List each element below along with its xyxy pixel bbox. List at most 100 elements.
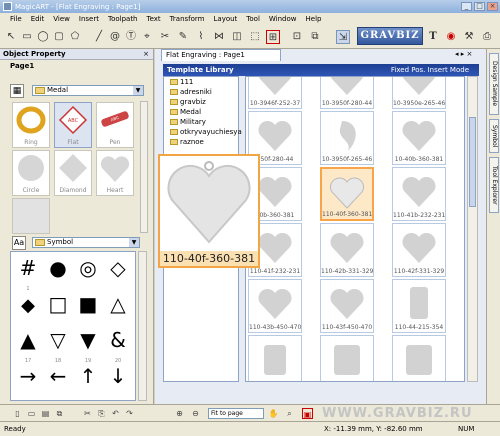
text-tool-icon[interactable]: T [426,30,440,44]
zoom-out-icon[interactable]: ⊖ [190,408,201,419]
tiles-scrollbar[interactable] [140,101,148,233]
symbol-filled-down-triangle[interactable]: ▼ 19 [75,328,101,364]
tab-symbol[interactable]: Symbol [489,119,499,153]
transform-tool-icon[interactable]: ⇲ [336,30,350,44]
template-cell[interactable]: 10-3946f-252-37 [248,77,302,109]
symbol-arrow-down[interactable]: ↓ [105,364,131,392]
tile-square[interactable] [12,198,50,234]
symbol-filled-circle[interactable]: ● [45,256,71,284]
tree-item[interactable]: otkryvayuchiesya [164,127,242,137]
view-frame-icon[interactable]: ▣ [302,408,313,419]
template-cell[interactable]: 110-43f-450-470 [320,279,374,333]
mirror-tool-icon[interactable]: ⧉ [308,30,322,44]
symbol-filled-diamond[interactable]: ◆ [15,292,41,320]
panel-close-icon[interactable]: × [143,49,153,59]
menu-insert[interactable]: Insert [79,15,99,23]
symbol-filled-square[interactable]: ■ [75,292,101,320]
weld-tool-icon[interactable]: ⋈ [212,30,226,44]
minimize-button[interactable]: _ [461,2,472,11]
menu-window[interactable]: Window [269,15,297,23]
maximize-button[interactable]: □ [474,2,485,11]
tile-flat[interactable]: ABC Flat [54,102,92,148]
symbol-square-outline[interactable]: □ [45,292,71,320]
tree-item[interactable]: 111 [164,77,238,87]
scrollbar-thumb[interactable] [469,117,476,207]
symbol-ampersand[interactable]: & 20 [105,328,131,364]
engrave-tool-icon[interactable]: ⚒ [462,30,476,44]
template-cell[interactable]: 110-43b-450-470 [248,279,302,333]
tile-circle[interactable]: Circle [12,150,50,196]
rounded-rect-icon[interactable]: ▢ [52,30,66,44]
chevron-down-icon[interactable]: ▼ [129,238,139,247]
template-cell[interactable] [248,335,302,381]
paste-icon[interactable]: ⎘ [96,408,107,419]
new-file-icon[interactable]: ▯ [12,408,23,419]
menu-edit[interactable]: Edit [31,15,45,23]
symbols-scrollbar[interactable] [138,251,147,401]
insert-mode-label[interactable]: Fixed Pos. Insert Mode [391,64,469,76]
category-grid-icon[interactable]: ▦ [10,84,24,98]
chevron-down-icon[interactable]: ▼ [133,86,143,95]
menu-file[interactable]: File [10,15,22,23]
node-edit-icon[interactable]: ⌖ [140,30,154,44]
template-cell[interactable]: 10-3950f-280-44 [320,77,374,109]
category-select[interactable]: Medal ▼ [32,85,144,96]
symbol-hash[interactable]: #1 [15,256,41,292]
tile-heart[interactable]: Heart [96,150,134,196]
symbol-font-icon[interactable]: Aa [12,236,26,250]
grid-scrollbar[interactable] [467,76,478,382]
template-cell[interactable]: 110-44-215-354 [392,279,446,333]
tree-item[interactable]: raznoe [164,137,238,147]
save-icon[interactable]: ▤ [40,408,51,419]
print-tool-icon[interactable]: ⎙ [480,30,494,44]
tile-pen[interactable]: ABC Pen [96,102,134,148]
symbol-diamond-outline[interactable]: ◇ [105,256,131,284]
template-cell[interactable]: 110-41b-232-231 [392,167,446,221]
blade-tool-icon[interactable]: ⌇ [194,30,208,44]
symbol-arrow-left[interactable]: ← [45,364,71,392]
menu-layout[interactable]: Layout [214,15,238,23]
ellipse-tool-icon[interactable]: ◯ [36,30,50,44]
contour-tool-icon[interactable]: ◫ [230,30,244,44]
template-cell[interactable]: 10-40b-360-381 [392,111,446,165]
template-cell-selected[interactable]: 110-40f-360-381 [320,167,374,221]
polygon-tool-icon[interactable]: ⬠ [68,30,82,44]
rectangle-tool-icon[interactable]: ▭ [20,30,34,44]
menu-toolpath[interactable]: Toolpath [108,15,138,23]
undo-icon[interactable]: ↶ [110,408,121,419]
cut-icon[interactable]: ✂ [82,408,93,419]
color-tool-icon[interactable]: ◉ [444,30,458,44]
tile-ring[interactable]: Ring [12,102,50,148]
symbol-select[interactable]: Symbol ▼ [32,237,140,248]
select-arrow-icon[interactable]: ↖ [4,30,18,44]
template-cell[interactable]: 110-42b-331-329 [320,223,374,277]
symbol-arrow-up[interactable]: ↑ [75,364,101,392]
tree-item[interactable]: Military [164,117,238,127]
tab-tool-explorer[interactable]: Tool Explorer [489,157,499,213]
redo-icon[interactable]: ↷ [124,408,135,419]
knife-tool-icon[interactable]: ✂ [158,30,172,44]
symbol-down-triangle-outline[interactable]: ▽ 18 [45,328,71,364]
tree-item[interactable]: gravbiz [164,97,238,107]
copy-icon[interactable]: ⧉ [54,408,65,419]
symbol-arrow-right[interactable]: → [15,364,41,392]
symbol-triangle-outline[interactable]: △ [105,292,131,320]
tile-diamond[interactable]: Diamond [54,150,92,196]
menu-text[interactable]: Text [147,15,161,23]
tree-item[interactable]: Medal [164,107,238,117]
align-tool-icon[interactable]: ⊡ [290,30,304,44]
menu-transform[interactable]: Transform [170,15,205,23]
template-cell[interactable]: 10-3950e-265-46 [392,77,446,109]
line-tool-icon[interactable]: ╱ [92,30,106,44]
zoom-in-icon[interactable]: ⊕ [174,408,185,419]
symbol-filled-triangle[interactable]: ▲ 17 [15,328,41,364]
text-frame-icon[interactable]: Ⓣ [124,30,138,44]
tab-design-sample[interactable]: Design Sample [489,53,499,115]
zoom-select[interactable]: Fit to page [208,408,264,419]
pen-tool-icon[interactable]: ✎ [176,30,190,44]
grid-tool-icon[interactable]: ⊞ [266,30,280,44]
hand-tool-icon[interactable]: ✋ [268,408,279,419]
menu-help[interactable]: Help [306,15,322,23]
symbol-double-circle[interactable]: ◎ [75,256,101,284]
menu-view[interactable]: View [53,15,70,23]
